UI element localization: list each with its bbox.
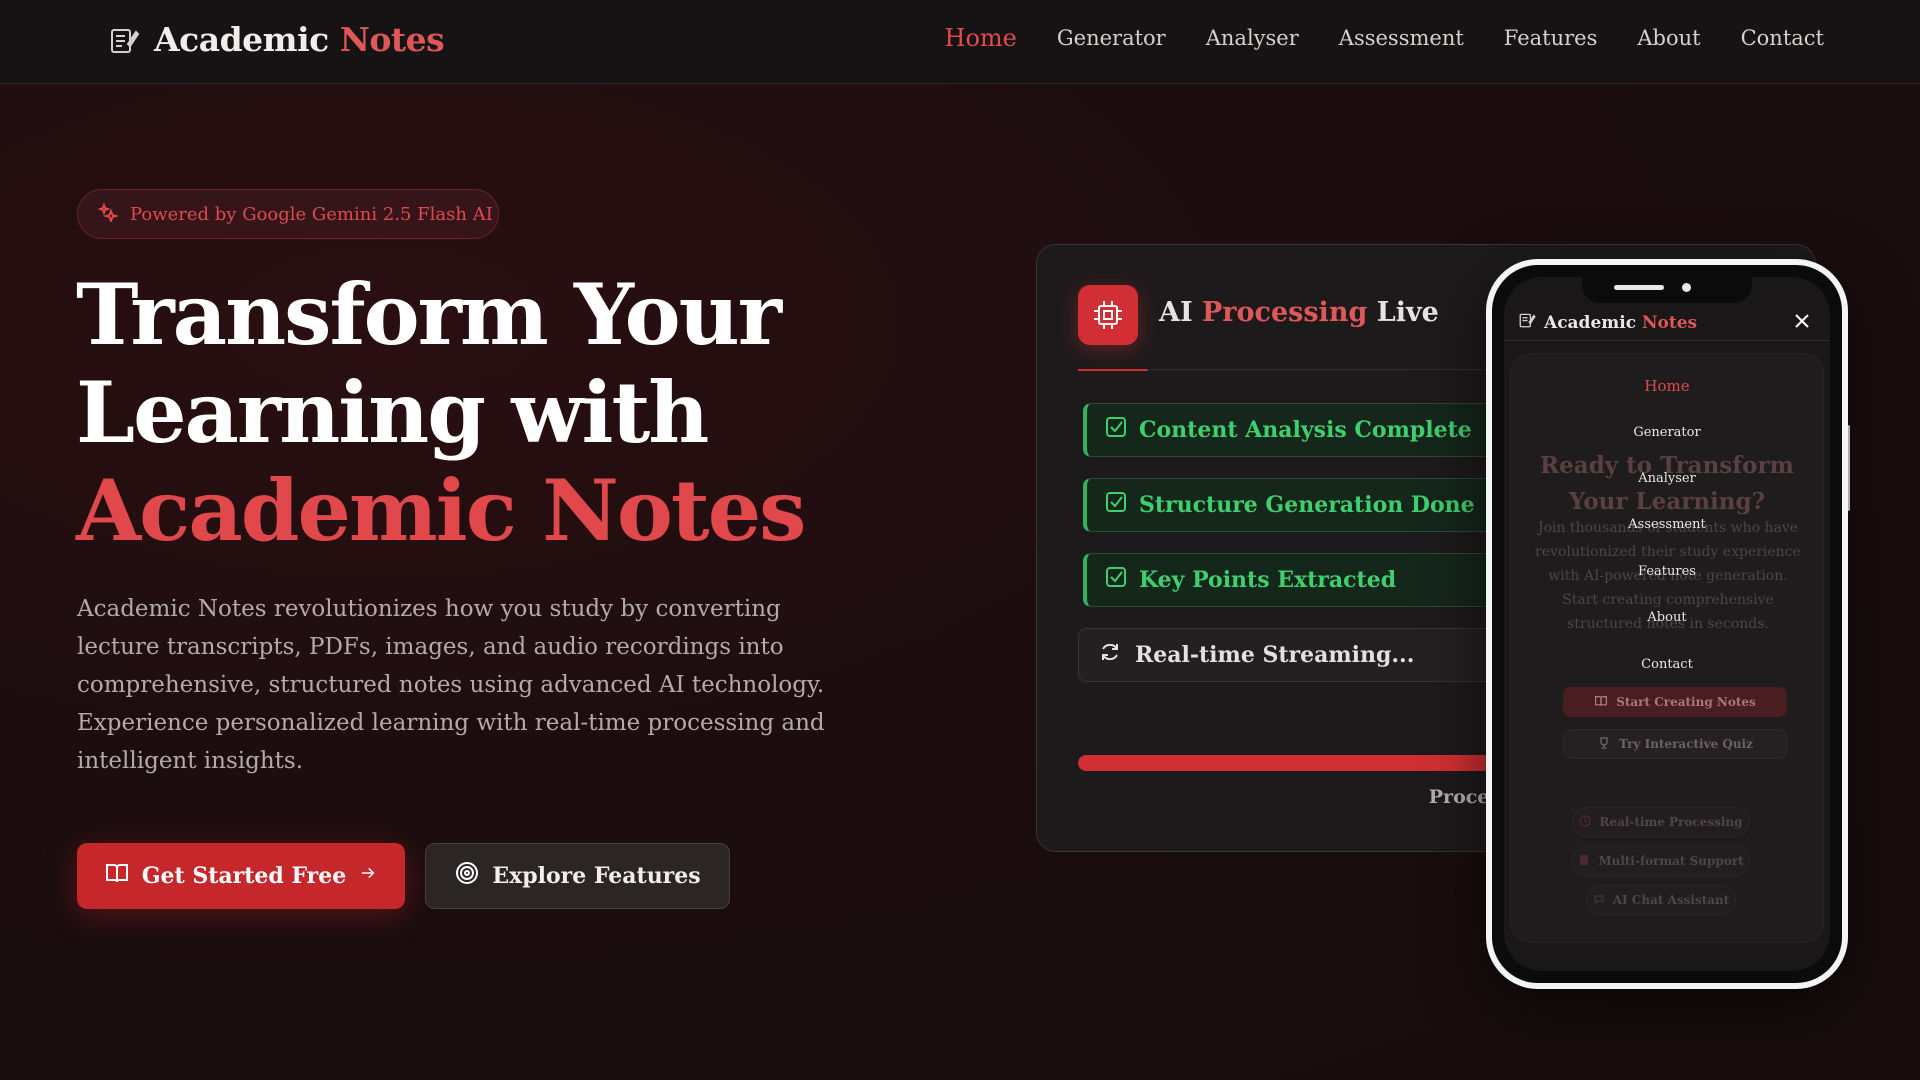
brand-name-part2: Notes bbox=[339, 20, 445, 59]
feature-label: Real-time Processing bbox=[1599, 815, 1743, 829]
check-square-icon bbox=[1105, 491, 1127, 519]
powered-by-badge: Powered by Google Gemini 2.5 Flash AI bbox=[77, 189, 499, 239]
mobile-menu-analyser[interactable]: Analyser bbox=[1504, 471, 1830, 486]
mobile-brand-part1: Academic bbox=[1544, 312, 1637, 333]
brand-name: Academic Notes bbox=[154, 20, 445, 59]
step-key-points: Key Points Extracted bbox=[1083, 553, 1503, 607]
phone-notch bbox=[1582, 271, 1752, 303]
feature-pill-realtime: Real-time Processing bbox=[1572, 807, 1750, 837]
step-label: Content Analysis Complete bbox=[1139, 417, 1472, 443]
feature-label: AI Chat Assistant bbox=[1612, 893, 1730, 907]
try-interactive-quiz-button[interactable]: Try Interactive Quiz bbox=[1563, 729, 1787, 759]
mobile-menu-about[interactable]: About bbox=[1504, 610, 1830, 625]
get-started-button[interactable]: Get Started Free bbox=[77, 843, 405, 909]
notes-edit-icon bbox=[108, 24, 140, 56]
phone-mockup: Academic Notes Ready to Transform Your L… bbox=[1486, 259, 1848, 989]
step-structure-generation: Structure Generation Done bbox=[1083, 478, 1503, 532]
clock-icon bbox=[1579, 814, 1592, 830]
hero-title: Transform Your Learning with Academic No… bbox=[76, 265, 806, 560]
arrow-right-icon bbox=[358, 863, 378, 889]
panel-title-underline bbox=[1078, 369, 1148, 371]
file-icon bbox=[1578, 854, 1590, 869]
hero-title-line1: Transform Your bbox=[76, 265, 782, 364]
target-icon bbox=[454, 860, 480, 892]
nav-link-about[interactable]: About bbox=[1637, 26, 1700, 52]
mobile-menu-assessment[interactable]: Assessment bbox=[1504, 517, 1830, 532]
mobile-menu-generator[interactable]: Generator bbox=[1504, 425, 1830, 440]
nav-link-generator[interactable]: Generator bbox=[1057, 26, 1166, 52]
panel-title-part2: Processing bbox=[1202, 297, 1368, 328]
cpu-icon bbox=[1078, 285, 1138, 345]
try-interactive-quiz-label: Try Interactive Quiz bbox=[1619, 737, 1753, 751]
step-content-analysis: Content Analysis Complete bbox=[1083, 403, 1503, 457]
nav-link-home[interactable]: Home bbox=[945, 24, 1017, 52]
step-streaming: Real-time Streaming... bbox=[1078, 628, 1508, 682]
hero-title-line2: Learning with bbox=[76, 363, 709, 462]
feature-pill-multiformat: Multi-format Support bbox=[1572, 846, 1750, 876]
nav-link-assessment[interactable]: Assessment bbox=[1339, 26, 1464, 52]
notch-camera bbox=[1682, 283, 1691, 292]
top-navbar: Academic Notes Home Generator Analyser A… bbox=[0, 0, 1920, 84]
mobile-menu-features[interactable]: Features bbox=[1504, 564, 1830, 579]
hero-description: Academic Notes revolutionizes how you st… bbox=[77, 596, 825, 774]
book-open-icon bbox=[1594, 694, 1608, 711]
streaming-label: Real-time Streaming... bbox=[1135, 642, 1415, 668]
mobile-brand[interactable]: Academic Notes bbox=[1518, 311, 1697, 334]
panel-title: AI Processing Live bbox=[1159, 297, 1439, 328]
trophy-icon bbox=[1597, 736, 1611, 753]
refresh-icon bbox=[1099, 641, 1121, 669]
nav-link-analyser[interactable]: Analyser bbox=[1206, 26, 1299, 52]
explore-features-label: Explore Features bbox=[492, 863, 701, 889]
step-label: Structure Generation Done bbox=[1139, 492, 1475, 518]
brand-name-part1: Academic bbox=[154, 20, 329, 59]
close-icon[interactable] bbox=[1794, 313, 1810, 329]
brand-logo[interactable]: Academic Notes bbox=[108, 20, 445, 59]
sparkle-icon bbox=[97, 201, 120, 227]
start-creating-notes-label: Start Creating Notes bbox=[1616, 695, 1756, 709]
phone-screen: Academic Notes Ready to Transform Your L… bbox=[1504, 277, 1830, 971]
feature-label: Multi-format Support bbox=[1598, 854, 1744, 868]
hero-title-accent: Academic Notes bbox=[76, 461, 806, 560]
panel-title-part3: Live bbox=[1376, 297, 1439, 328]
panel-title-part1: AI bbox=[1159, 297, 1193, 328]
notes-edit-icon bbox=[1518, 311, 1536, 334]
start-creating-notes-button[interactable]: Start Creating Notes bbox=[1563, 687, 1787, 717]
feature-pill-chat: AI Chat Assistant bbox=[1586, 885, 1736, 915]
notch-speaker bbox=[1614, 285, 1664, 290]
check-square-icon bbox=[1105, 416, 1127, 444]
book-open-icon bbox=[104, 860, 130, 892]
nav-link-contact[interactable]: Contact bbox=[1741, 26, 1824, 52]
nav-link-features[interactable]: Features bbox=[1504, 26, 1598, 52]
explore-features-button[interactable]: Explore Features bbox=[425, 843, 730, 909]
step-label: Key Points Extracted bbox=[1139, 567, 1397, 593]
mobile-menu-home[interactable]: Home bbox=[1504, 377, 1830, 395]
check-square-icon bbox=[1105, 566, 1127, 594]
mobile-brand-part2: Notes bbox=[1641, 312, 1698, 333]
mobile-menu-contact[interactable]: Contact bbox=[1504, 657, 1830, 672]
get-started-label: Get Started Free bbox=[141, 863, 347, 889]
badge-text: Powered by Google Gemini 2.5 Flash AI bbox=[130, 203, 493, 225]
nav-links: Home Generator Analyser Assessment Featu… bbox=[945, 24, 1824, 52]
chat-icon bbox=[1593, 893, 1605, 908]
